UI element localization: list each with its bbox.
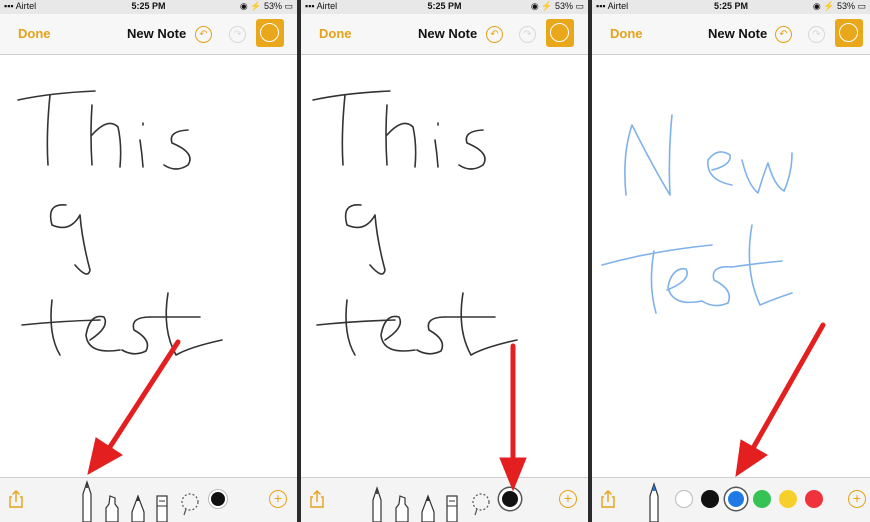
- pen-icon[interactable]: [78, 480, 96, 522]
- undo-icon[interactable]: ↶: [195, 26, 212, 43]
- carrier-label: Airtel: [15, 1, 37, 11]
- pen-icon[interactable]: [368, 486, 386, 522]
- markup-icon[interactable]: [546, 19, 574, 47]
- marker-icon[interactable]: [394, 494, 410, 522]
- nav-bar: Done New Note ↶ ↷: [592, 14, 870, 55]
- color-swatch-blue-selected[interactable]: [725, 488, 747, 510]
- color-swatch-red[interactable]: [805, 490, 823, 508]
- redo-icon[interactable]: ↷: [229, 26, 246, 43]
- drawing-canvas[interactable]: [0, 55, 297, 478]
- battery-label: 53%: [263, 1, 282, 11]
- battery-label: 53%: [554, 1, 573, 11]
- done-button[interactable]: Done: [610, 26, 643, 41]
- share-icon[interactable]: [600, 490, 616, 508]
- eraser-icon[interactable]: [445, 494, 459, 522]
- redo-icon[interactable]: ↷: [519, 26, 536, 43]
- pen-icon[interactable]: [645, 482, 663, 522]
- note-title: New Note: [127, 26, 187, 41]
- note-title: New Note: [708, 26, 768, 41]
- carrier-label: Airtel: [316, 1, 338, 11]
- pencil-icon[interactable]: [130, 494, 146, 522]
- status-bar: ▪▪▪ Airtel 5:25 PM ◉ ⚡ 53% ▭: [301, 0, 588, 14]
- battery-label: 53%: [836, 1, 855, 11]
- note-panel-3: ▪▪▪ Airtel 5:25 PM ◉ ⚡ 53% ▭ Done New No…: [592, 0, 870, 522]
- color-swatch-yellow[interactable]: [779, 490, 797, 508]
- redo-icon[interactable]: ↷: [808, 26, 825, 43]
- clock: 5:25 PM: [131, 1, 166, 11]
- done-button[interactable]: Done: [319, 26, 352, 41]
- eraser-icon[interactable]: [155, 494, 169, 522]
- note-panel-2: ▪▪▪ Airtel 5:25 PM ◉ ⚡ 53% ▭ Done New No…: [301, 0, 588, 522]
- drawing-toolbar: +: [301, 477, 588, 522]
- handwriting-strokes: [17, 90, 223, 356]
- undo-icon[interactable]: ↶: [775, 26, 792, 43]
- handwriting-strokes: [601, 114, 793, 314]
- nav-bar: Done New Note ↶ ↷: [0, 14, 297, 55]
- note-title: New Note: [418, 26, 478, 41]
- plus-icon[interactable]: +: [848, 490, 866, 508]
- plus-icon[interactable]: +: [559, 490, 577, 508]
- markup-icon[interactable]: [835, 19, 863, 47]
- handwriting-strokes: [312, 90, 518, 356]
- drawing-canvas[interactable]: [301, 55, 588, 478]
- color-swatch-black-selected[interactable]: [499, 488, 521, 510]
- drawing-toolbar: +: [0, 477, 297, 522]
- color-swatch-green[interactable]: [753, 490, 771, 508]
- drawing-toolbar: +: [592, 477, 870, 522]
- note-panel-1: ▪▪▪ Airtel 5:25 PM ◉ ⚡ 53% ▭ Done New No…: [0, 0, 297, 522]
- drawing-canvas[interactable]: [592, 55, 870, 478]
- clock: 5:25 PM: [427, 1, 462, 11]
- marker-icon[interactable]: [104, 494, 120, 522]
- done-button[interactable]: Done: [18, 26, 51, 41]
- clock: 5:25 PM: [713, 1, 749, 11]
- status-bar: ▪▪▪ Airtel 5:25 PM ◉ ⚡ 53% ▭: [0, 0, 297, 14]
- lasso-icon[interactable]: [471, 492, 491, 516]
- carrier-label: Airtel: [607, 1, 629, 11]
- nav-bar: Done New Note ↶ ↷: [301, 14, 588, 55]
- share-icon[interactable]: [8, 490, 24, 508]
- color-swatch-black[interactable]: [209, 490, 227, 508]
- status-bar: ▪▪▪ Airtel 5:25 PM ◉ ⚡ 53% ▭: [592, 0, 870, 14]
- color-swatch-black[interactable]: [701, 490, 719, 508]
- color-swatch-white[interactable]: [675, 490, 693, 508]
- pencil-icon[interactable]: [420, 494, 436, 522]
- plus-icon[interactable]: +: [269, 490, 287, 508]
- share-icon[interactable]: [309, 490, 325, 508]
- markup-icon[interactable]: [256, 19, 284, 47]
- lasso-icon[interactable]: [180, 492, 200, 516]
- undo-icon[interactable]: ↶: [486, 26, 503, 43]
